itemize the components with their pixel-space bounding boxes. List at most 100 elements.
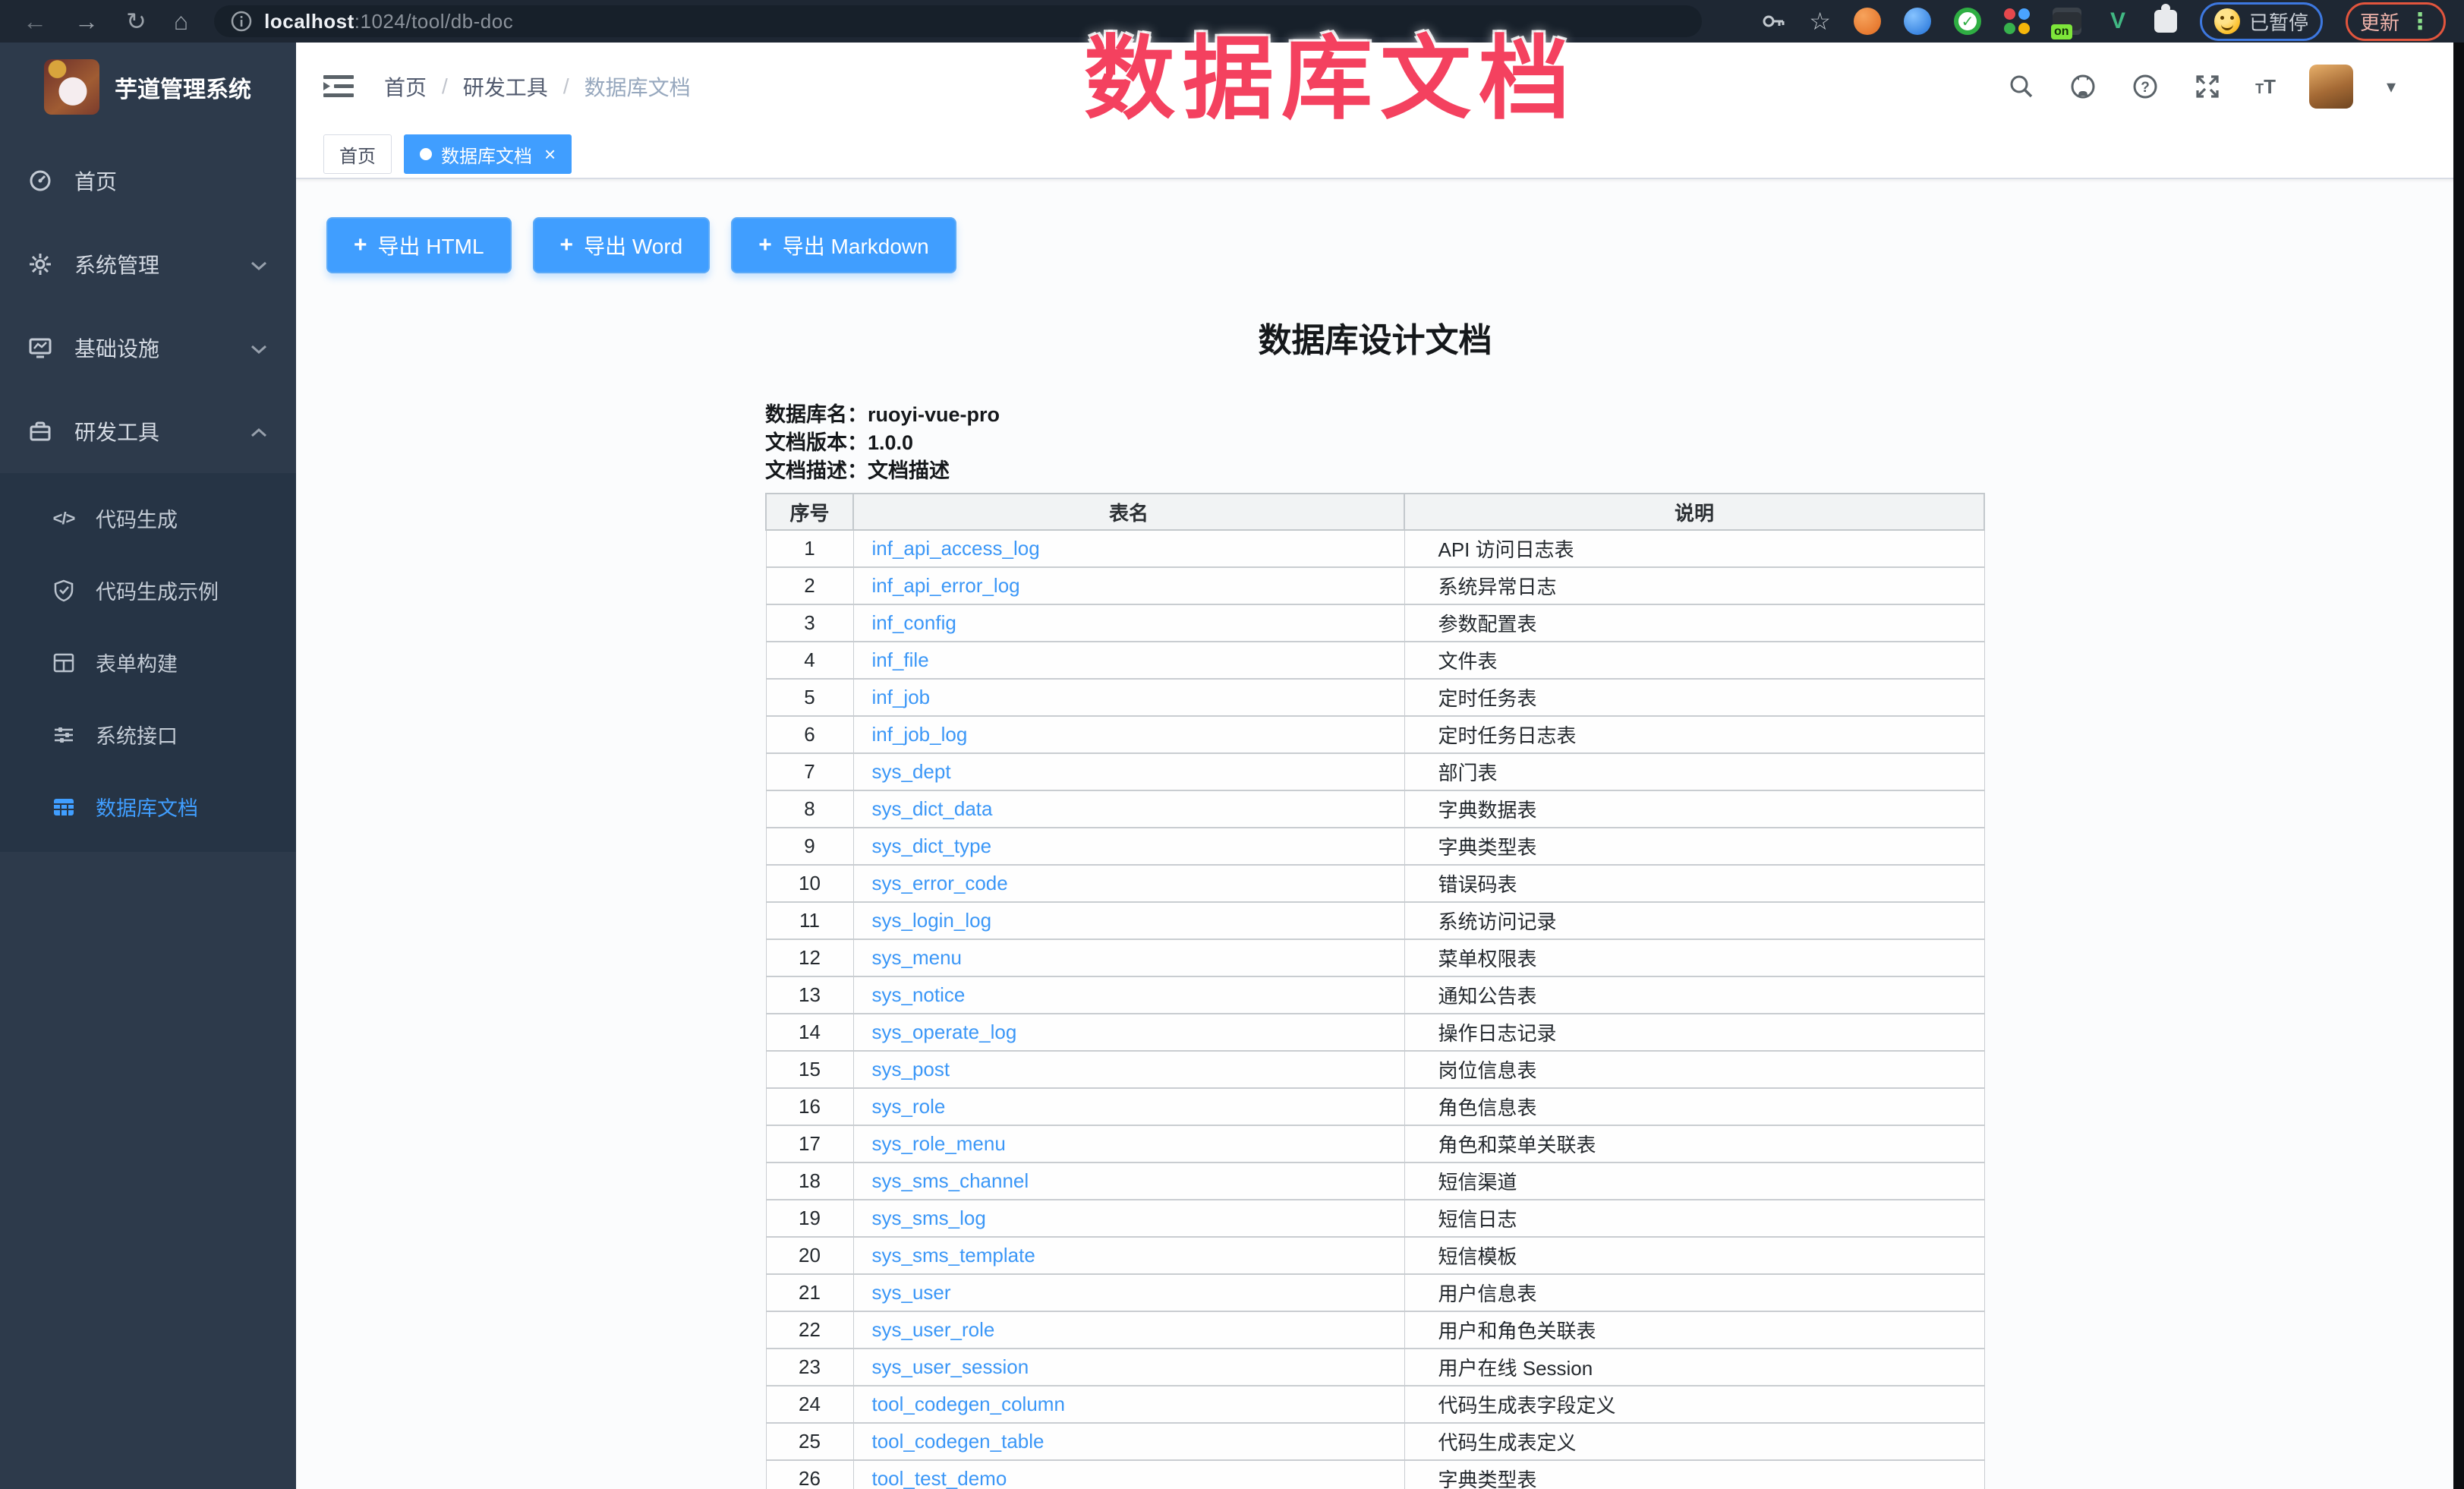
extension-blue-icon[interactable] — [1904, 8, 1931, 35]
sidebar-item-infra[interactable]: 基础设施 — [0, 306, 296, 390]
emoji-extension-icon[interactable] — [2214, 8, 2240, 34]
key-icon[interactable] — [1760, 8, 1786, 34]
sidebar-item-devtools[interactable]: 研发工具 — [0, 390, 296, 473]
table-link[interactable]: sys_sms_channel — [872, 1169, 1029, 1192]
sliders-icon — [52, 723, 76, 747]
back-icon[interactable]: ← — [23, 9, 47, 33]
row-index: 1 — [766, 530, 853, 567]
export-html-button[interactable]: + 导出 HTML — [326, 217, 512, 273]
tag-home[interactable]: 首页 — [323, 134, 392, 174]
sidebar-item-form-builder[interactable]: 表单构建 — [0, 626, 296, 699]
home-icon[interactable]: ⌂ — [174, 9, 188, 33]
forward-icon[interactable]: → — [74, 9, 99, 33]
table-link[interactable]: sys_login_log — [872, 909, 992, 932]
extension-green-check-icon[interactable]: ✓ — [1954, 8, 1981, 35]
font-size-icon[interactable]: TT — [2255, 75, 2276, 99]
address-bar[interactable]: localhost:1024/tool/db-doc — [214, 5, 1702, 37]
row-index: 9 — [766, 828, 853, 865]
col-header-name: 表名 — [853, 494, 1404, 530]
table-link[interactable]: tool_test_demo — [872, 1467, 1007, 1489]
extensions-puzzle-icon[interactable] — [2154, 10, 2177, 33]
table-link[interactable]: sys_user — [872, 1281, 951, 1304]
sidebar-item-system[interactable]: 系统管理 — [0, 222, 296, 306]
table-desc: 代码生成表定义 — [1404, 1423, 1984, 1460]
table-link[interactable]: sys_sms_log — [872, 1207, 986, 1229]
page-scrollbar[interactable] — [2453, 43, 2464, 1489]
fullscreen-icon[interactable] — [2193, 72, 2222, 101]
sidebar-item-codegen-example[interactable]: 代码生成示例 — [0, 554, 296, 626]
table-body: 1 inf_api_access_log API 访问日志表 2 inf_api… — [766, 530, 1984, 1489]
bookmark-star-icon[interactable]: ☆ — [1809, 9, 1831, 33]
table-link[interactable]: sys_user_session — [872, 1355, 1029, 1378]
table-link[interactable]: tool_codegen_column — [872, 1393, 1065, 1415]
sidebar-item-codegen[interactable]: </> 代码生成 — [0, 482, 296, 554]
row-index: 3 — [766, 604, 853, 642]
table-desc: 短信渠道 — [1404, 1162, 1984, 1200]
row-index: 24 — [766, 1386, 853, 1423]
close-icon[interactable]: × — [544, 144, 556, 164]
app-logo[interactable]: 芋道管理系统 — [0, 43, 296, 115]
table-link[interactable]: inf_job_log — [872, 723, 968, 746]
table-link[interactable]: inf_api_error_log — [872, 574, 1020, 597]
browser-nav-buttons: ← → ↻ ⌂ — [0, 9, 188, 33]
table-row: 19 sys_sms_log 短信日志 — [766, 1200, 1984, 1237]
extension-on-badge-icon[interactable]: on — [2053, 8, 2081, 35]
table-link[interactable]: inf_config — [872, 611, 956, 634]
table-link[interactable]: tool_codegen_table — [872, 1430, 1045, 1453]
table-row: 23 sys_user_session 用户在线 Session — [766, 1349, 1984, 1386]
browser-update-label[interactable]: 更新 — [2360, 8, 2399, 36]
tag-db-doc[interactable]: 数据库文档 × — [404, 134, 572, 174]
avatar[interactable] — [2309, 65, 2353, 109]
table-link[interactable]: sys_role — [872, 1095, 946, 1118]
col-header-desc: 说明 — [1404, 494, 1984, 530]
breadcrumb-devtools[interactable]: 研发工具 — [463, 71, 548, 102]
github-icon[interactable] — [2069, 72, 2097, 101]
export-word-button[interactable]: + 导出 Word — [533, 217, 711, 273]
table-link[interactable]: sys_dict_data — [872, 797, 993, 820]
table-link[interactable]: sys_sms_template — [872, 1244, 1035, 1267]
extension-vue-icon[interactable]: V — [2104, 8, 2132, 35]
extension-orange-icon[interactable] — [1854, 8, 1881, 35]
row-index: 6 — [766, 716, 853, 753]
table-link[interactable]: sys_user_role — [872, 1318, 995, 1341]
table-link[interactable]: sys_menu — [872, 946, 963, 969]
doc-title: 数据库设计文档 — [765, 313, 1985, 361]
table-desc: API 访问日志表 — [1404, 530, 1984, 567]
table-link[interactable]: inf_job — [872, 686, 931, 708]
extension-grid-icon[interactable] — [2004, 8, 2030, 34]
table-link[interactable]: sys_notice — [872, 983, 966, 1006]
sidebar-item-label: 代码生成 — [96, 503, 178, 533]
table-link[interactable]: inf_api_access_log — [872, 537, 1040, 560]
row-index: 14 — [766, 1014, 853, 1051]
chevron-down-icon — [250, 336, 267, 360]
export-markdown-button[interactable]: + 导出 Markdown — [731, 217, 956, 273]
help-icon[interactable]: ? — [2131, 72, 2160, 101]
row-index: 20 — [766, 1237, 853, 1274]
url-text[interactable]: localhost:1024/tool/db-doc — [264, 10, 513, 33]
kebab-menu-icon[interactable]: ⋮ — [2409, 8, 2431, 35]
sidebar-item-home[interactable]: 首页 — [0, 139, 296, 222]
sidebar-item-label: 系统接口 — [96, 720, 178, 749]
sidebar-item-system-api[interactable]: 系统接口 — [0, 699, 296, 771]
table-link[interactable]: inf_file — [872, 648, 929, 671]
table-link[interactable]: sys_operate_log — [872, 1021, 1017, 1043]
table-link[interactable]: sys_role_menu — [872, 1132, 1006, 1155]
caret-down-icon[interactable]: ▾ — [2387, 76, 2396, 98]
table-link[interactable]: sys_dict_type — [872, 834, 992, 857]
info-icon[interactable] — [231, 11, 252, 32]
table-link[interactable]: sys_error_code — [872, 872, 1008, 894]
sidebar-collapse-icon[interactable] — [323, 74, 354, 99]
url-host: localhost — [264, 10, 354, 33]
sidebar-item-db-doc[interactable]: 数据库文档 — [0, 771, 296, 843]
reload-icon[interactable]: ↻ — [126, 9, 147, 33]
table-link[interactable]: sys_post — [872, 1058, 950, 1080]
breadcrumb: 首页 / 研发工具 / 数据库文档 — [384, 71, 691, 102]
plus-icon: + — [354, 232, 367, 258]
search-icon[interactable] — [2008, 73, 2035, 100]
export-html-label: 导出 HTML — [378, 230, 484, 260]
table-desc: 角色信息表 — [1404, 1088, 1984, 1125]
table-link[interactable]: sys_dept — [872, 760, 951, 783]
breadcrumb-home[interactable]: 首页 — [384, 71, 427, 102]
table-row: 11 sys_login_log 系统访问记录 — [766, 902, 1984, 939]
table-row: 12 sys_menu 菜单权限表 — [766, 939, 1984, 976]
